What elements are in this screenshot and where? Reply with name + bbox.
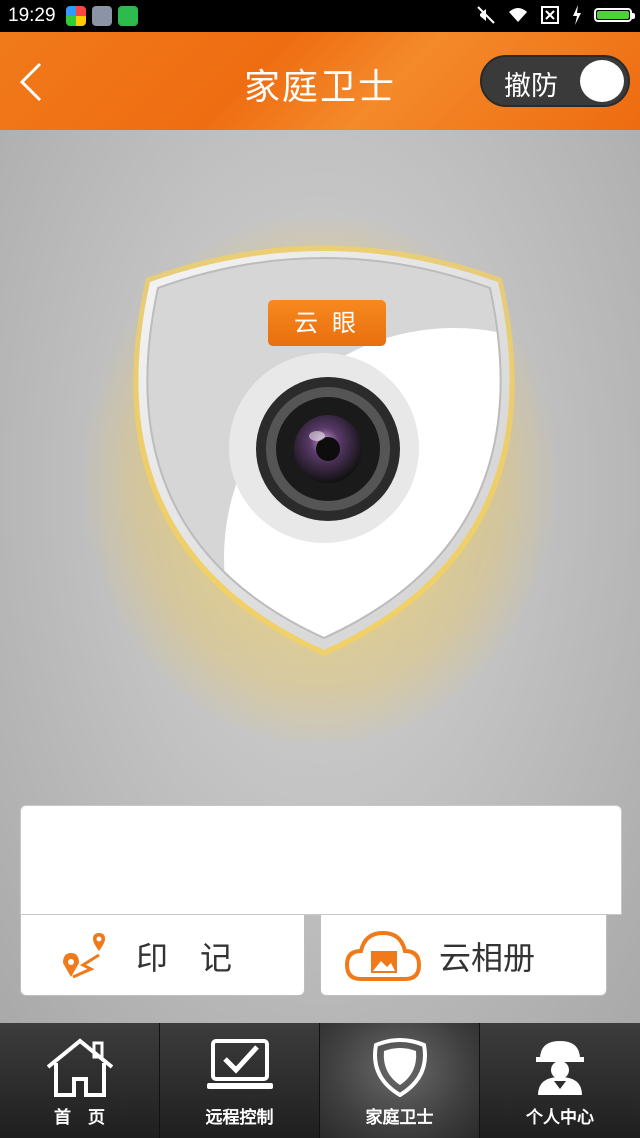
app-icon-colorful	[65, 6, 86, 26]
yin-ji-label: 印 记	[136, 939, 233, 977]
yin-ji-button[interactable]: 印 记	[20, 915, 305, 996]
nav-item-profile[interactable]: 个人中心	[480, 1023, 640, 1138]
cloud-photo-icon	[345, 930, 421, 981]
laptop-check-icon	[206, 1039, 273, 1089]
home-icon	[46, 1038, 113, 1097]
disarm-toggle[interactable]: 撤防	[480, 55, 630, 107]
wifi-icon	[509, 8, 527, 22]
app-icon-green	[117, 6, 138, 26]
shield-icon	[372, 1038, 427, 1097]
cloud-eye-tag: 云眼	[268, 300, 386, 346]
disarm-toggle-label: 撤防	[504, 71, 558, 102]
info-panel	[20, 805, 622, 915]
cloud-album-label: 云相册	[439, 939, 536, 977]
sim-icon	[541, 6, 559, 24]
nav-item-remote[interactable]: 远程控制	[160, 1023, 320, 1138]
status-time: 19:29	[8, 5, 56, 26]
battery-icon	[594, 8, 635, 22]
bottom-nav: 首 页 远程控制 家庭卫士 个人中心	[0, 1023, 640, 1138]
charging-icon	[573, 5, 581, 25]
nav-item-home[interactable]: 首 页	[0, 1023, 160, 1138]
camera-lens-icon	[256, 377, 400, 521]
map-route-icon	[63, 933, 105, 979]
person-icon	[536, 1041, 584, 1095]
app-icon-gray	[91, 6, 112, 26]
cloud-album-button[interactable]: 云相册	[320, 915, 607, 996]
mute-icon	[477, 6, 495, 24]
nav-item-guard[interactable]: 家庭卫士	[320, 1023, 480, 1138]
nav-label-home: 首 页	[54, 1108, 105, 1128]
nav-label-profile: 个人中心	[526, 1108, 594, 1128]
status-bar: 19:29	[0, 0, 640, 32]
toggle-knob	[580, 60, 624, 102]
app-header: 家庭卫士 撤防	[0, 32, 640, 130]
nav-label-guard: 家庭卫士	[365, 1108, 434, 1128]
nav-label-remote: 远程控制	[205, 1108, 274, 1128]
